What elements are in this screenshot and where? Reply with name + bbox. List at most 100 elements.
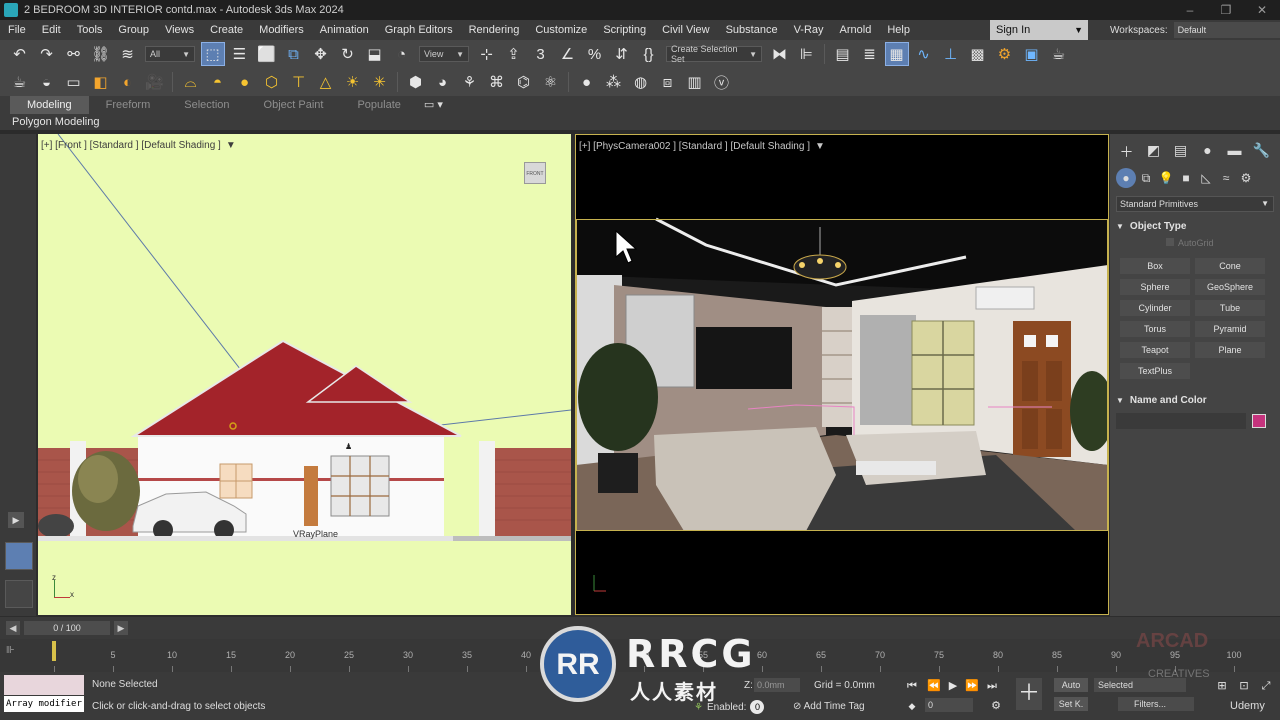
layer-explorer-icon[interactable]: ≣ [859,43,881,65]
vray-convert-icon[interactable]: ⧈ [657,71,679,93]
spinner-snap-icon[interactable]: ⇵ [611,43,633,65]
vray-render-icon[interactable]: ☕ [9,71,31,93]
toggle-ribbon-icon[interactable]: ▦ [884,42,909,66]
vray-sun-icon[interactable]: ☀ [342,71,364,93]
undo-icon[interactable]: ↶ [9,43,31,65]
vray-scene-converter-icon[interactable]: ▥ [684,71,706,93]
vray-mesh-light-icon[interactable]: △ [315,71,337,93]
time-slider[interactable]: 0 / 100 [24,621,110,635]
box-button[interactable]: Box [1120,258,1190,274]
edit-named-selection-icon[interactable]: {} [638,43,660,65]
menu-arnold[interactable]: Arnold [832,24,880,36]
textplus-button[interactable]: TextPlus [1120,363,1190,379]
bind-space-warp-icon[interactable]: ≋ [117,43,139,65]
motion-tab-icon[interactable]: ● [1197,142,1218,164]
select-rotate-icon[interactable]: ↻ [337,43,359,65]
angle-snap-icon[interactable]: ∠ [557,43,579,65]
select-manipulate-icon[interactable]: ⇪ [503,43,525,65]
tube-button[interactable]: Tube [1195,300,1265,316]
menu-help[interactable]: Help [879,24,918,36]
tab-selection[interactable]: Selection [167,96,246,114]
cameras-icon[interactable]: ■ [1176,168,1196,188]
menu-animation[interactable]: Animation [312,24,377,36]
geosphere-button[interactable]: GeoSphere [1195,279,1265,295]
snaps-toggle-icon[interactable]: 3 [530,43,552,65]
primitive-category-dropdown[interactable]: Standard Primitives ▼ [1116,196,1274,212]
vray-sphere-light-icon[interactable]: ● [234,71,256,93]
object-color-swatch[interactable] [1252,414,1266,428]
workspaces-dropdown[interactable]: Default [1173,22,1280,38]
ribbon-options-icon[interactable]: ▭ ▾ [418,96,449,114]
expand-layouts-icon[interactable]: ▶ [8,512,24,528]
filter-icon[interactable]: ▼ [226,140,236,151]
torus-button[interactable]: Torus [1120,321,1190,337]
previous-frame-icon[interactable]: ⏪ [926,678,942,694]
vray-ies-light-icon[interactable]: ⬡ [261,71,283,93]
menu-customize[interactable]: Customize [527,24,595,36]
next-frame-icon[interactable]: ⏩ [964,678,980,694]
pivot-center-icon[interactable]: ⊹ [476,43,498,65]
layout-two-vertical-icon[interactable] [5,542,33,570]
name-and-color-rollout[interactable]: ▼ Name and Color [1116,393,1274,409]
vray-camera-icon[interactable]: 🎥 [144,71,166,93]
filter-icon[interactable]: ▼ [815,141,825,152]
curve-editor-mini-icon[interactable]: ⊪ [6,645,15,656]
menu-scripting[interactable]: Scripting [595,24,654,36]
previous-frame-arrow-icon[interactable]: ◀ [6,621,20,635]
play-icon[interactable]: ▶ [945,678,961,694]
vray-dome-light-icon[interactable]: ◓ [207,71,229,93]
current-frame-field[interactable]: 0 [925,698,973,712]
helpers-icon[interactable]: ◺ [1196,168,1216,188]
shapes-icon[interactable]: ⧉ [1136,168,1156,188]
maximize-viewport-icon[interactable]: ⤢ [1258,678,1274,694]
autogrid-checkbox[interactable]: AutoGrid [1166,238,1280,252]
auto-key-button[interactable]: Auto [1054,678,1088,692]
cone-button[interactable]: Cone [1195,258,1265,274]
percent-snap-icon[interactable]: % [584,43,606,65]
hierarchy-tab-icon[interactable]: ▤ [1170,142,1191,164]
key-filters-button[interactable]: Filters... [1118,697,1194,711]
zoom-all-icon[interactable]: ⊡ [1236,678,1252,694]
camera-viewport[interactable]: [+] [PhysCamera002 ] [Standard ] [Defaul… [575,134,1109,615]
go-to-end-icon[interactable]: ⏭ [984,678,1000,694]
vray-plane-light-icon[interactable]: ◐ [117,71,139,93]
close-button[interactable]: ✕ [1244,0,1280,20]
ribbon-panel-polygon-modeling[interactable]: Polygon Modeling [0,114,1280,130]
vray-material-icon[interactable]: ● [576,71,598,93]
plane-button[interactable]: Plane [1195,342,1265,358]
vray-interactive-icon[interactable]: ◒ [36,71,58,93]
menu-graph-editors[interactable]: Graph Editors [377,24,461,36]
link-icon[interactable]: ⚯ [63,43,85,65]
menu-views[interactable]: Views [157,24,202,36]
menu-modifiers[interactable]: Modifiers [251,24,312,36]
menu-tools[interactable]: Tools [69,24,111,36]
sphere-button[interactable]: Sphere [1120,279,1190,295]
set-key-button[interactable]: Set K. [1054,697,1088,711]
front-viewport-label[interactable]: [+] [Front ] [Standard ] [Default Shadin… [41,140,236,151]
adaptive-icon[interactable]: ⚘ [694,702,703,713]
menu-group[interactable]: Group [110,24,157,36]
add-time-tag[interactable]: ⊘ Add Time Tag [793,701,865,712]
menu-file[interactable]: File [0,24,34,36]
camera-viewport-label[interactable]: [+] [PhysCamera002 ] [Standard ] [Defaul… [579,141,825,152]
redo-icon[interactable]: ↷ [36,43,58,65]
layout-four-grid-icon[interactable] [5,580,33,608]
object-type-rollout[interactable]: ▼ Object Type [1116,219,1274,235]
space-warps-icon[interactable]: ≈ [1216,168,1236,188]
rectangular-selection-icon[interactable]: ⬜ [256,43,278,65]
modify-tab-icon[interactable]: ◩ [1143,142,1164,164]
lights-icon[interactable]: 💡 [1156,168,1176,188]
vray-lister-icon[interactable]: ◧ [90,71,112,93]
vray-multi-material-icon[interactable]: ⁂ [603,71,625,93]
z-coord-field[interactable]: 0.0mm [754,678,800,692]
menu-vray[interactable]: V-Ray [786,24,832,36]
track-bar[interactable]: ⊪ 5 10 15 20 25 30 35 40 45 50 55 60 65 70 75 80 85 90 95 1… [0,639,1280,672]
geometry-icon[interactable]: ● [1116,168,1136,188]
window-crossing-icon[interactable]: ⧉ [283,43,305,65]
cylinder-button[interactable]: Cylinder [1120,300,1190,316]
enabled-toggle-icon[interactable]: 0 [750,700,765,714]
material-editor-icon[interactable]: ▩ [967,43,989,65]
zoom-extents-icon[interactable]: ⊞ [1214,678,1230,694]
systems-icon[interactable]: ⚙ [1236,168,1256,188]
front-viewport[interactable]: ♟ [+] [Front ] [Standard ] [Default Shad… [38,134,571,615]
